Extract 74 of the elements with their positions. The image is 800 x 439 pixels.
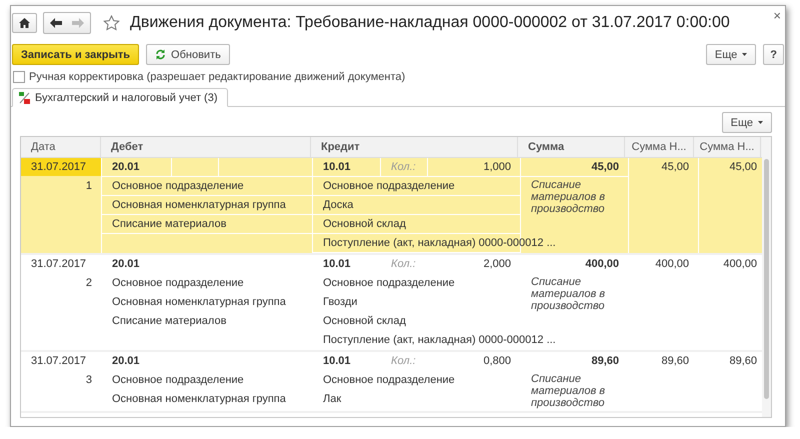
- debit-account-cell: 20.01: [102, 158, 172, 176]
- ledger-icon: [19, 92, 30, 104]
- quantity-cell-text: 1,000: [482, 160, 512, 175]
- column-header[interactable]: Сумма Н...: [694, 137, 761, 157]
- credit-analytics-cell-text: Основное подразделение: [322, 276, 456, 291]
- checkbox[interactable]: [13, 71, 25, 83]
- credit-analytics-cell-text: Основное подразделение: [322, 373, 456, 388]
- debit-analytics-cell-text: Основное подразделение: [111, 179, 245, 194]
- close-button[interactable]: ×: [773, 8, 781, 23]
- credit-analytics-cell-text: Основное подразделение: [322, 179, 456, 194]
- window-title: Движения документа: Требование-накладная 0000-000002 от 31.07.2017 0:00:00: [130, 14, 730, 32]
- row-number: 2: [84, 276, 93, 291]
- sum-cell-text: 400,00: [654, 257, 690, 272]
- debit-analytics-cell-text: Списание материалов: [111, 314, 228, 329]
- quantity-cell-text: 0,800: [482, 354, 512, 369]
- quantity-cell-text: 2,000: [482, 257, 512, 272]
- save-and-close-button[interactable]: Записать и закрыть: [12, 44, 140, 65]
- date-cell: 31.07.2017: [21, 158, 101, 176]
- sum-cell-text: 400,00: [584, 257, 620, 272]
- table-row[interactable]: [21, 158, 762, 255]
- sum-cell-text: 89,60: [660, 354, 690, 369]
- quantity-label: Кол.:: [390, 257, 417, 272]
- debit-analytics-cell-text: Основная номенклатурная группа: [111, 295, 287, 310]
- caret-icon: [742, 53, 748, 56]
- operation-note: Списание материалов в производство: [530, 372, 606, 411]
- sum-cell-text: 45,00: [590, 160, 620, 175]
- debit-account-cell-text: 20.01: [111, 257, 141, 272]
- caret-icon: [758, 121, 763, 124]
- refresh-icon: [155, 49, 166, 60]
- credit-analytics-cell-text: Основной склад: [322, 217, 407, 232]
- home-button[interactable]: [12, 13, 37, 33]
- debit-analytics-cell-text: Основное подразделение: [111, 276, 245, 291]
- credit-analytics-cell-text: Основной склад: [322, 314, 407, 329]
- credit-analytics-cell-text: Поступление (акт, накладная) 0000-000012 ...: [322, 333, 557, 348]
- row-number: 1: [84, 179, 93, 194]
- column-header[interactable]: Дебет: [101, 137, 311, 157]
- credit-analytics-cell-text: Доска: [322, 198, 354, 213]
- date-cell-text: 31.07.2017: [30, 354, 88, 369]
- more-button[interactable]: Еще: [722, 112, 772, 133]
- column-header[interactable]: Сумма: [518, 137, 625, 157]
- debit-analytics-cell-text: Основная номенклатурная группа: [111, 198, 287, 213]
- operation-note: Списание материалов в производство: [530, 178, 606, 217]
- debit-analytics-cell-text: Списание материалов: [111, 217, 228, 232]
- help-button[interactable]: ?: [763, 44, 784, 65]
- back-arrow-icon[interactable]: [50, 18, 62, 28]
- row-number: 3: [84, 373, 93, 388]
- date-cell-text: 31.07.2017: [30, 257, 88, 272]
- credit-analytics-cell-text: Лак: [322, 392, 342, 407]
- debit-analytics-cell-text: Основное подразделение: [111, 373, 245, 388]
- refresh-button[interactable]: Обновить: [146, 44, 230, 65]
- sum-cell-text: 400,00: [722, 257, 758, 272]
- credit-account-cell-text: 10.01: [322, 257, 352, 272]
- home-icon: [19, 18, 30, 28]
- quantity-label: Кол.:: [381, 158, 428, 176]
- column-header[interactable]: Кредит: [311, 137, 518, 157]
- checkbox-label: Ручная корректировка (разрешает редактирование движений документа): [29, 71, 406, 83]
- debit-account-cell-text: 20.01: [111, 354, 141, 369]
- sum-cell-text: 45,00: [660, 160, 690, 175]
- column-header[interactable]: Сумма Н...: [625, 137, 694, 157]
- more-button[interactable]: Еще: [706, 44, 756, 65]
- credit-analytics-cell-text: Поступление (акт, накладная) 0000-000012 ...: [322, 236, 557, 251]
- sum-cell-text: 89,60: [590, 354, 620, 369]
- sum-cell-text: 89,60: [728, 354, 758, 369]
- scrollbar[interactable]: [762, 137, 771, 417]
- quantity-label: Кол.:: [390, 354, 417, 369]
- star-icon[interactable]: [103, 15, 120, 31]
- credit-analytics-cell-text: Гвозди: [322, 295, 358, 310]
- operation-note: Списание материалов в производство: [530, 275, 606, 314]
- credit-account-cell: 10.01: [313, 158, 381, 176]
- credit-account-cell-text: 10.01: [322, 354, 352, 369]
- debit-analytics-cell-text: Основная номенклатурная группа: [111, 392, 287, 407]
- tab[interactable]: Бухгалтерский и налоговый учет (3): [12, 88, 228, 107]
- column-header[interactable]: Дата: [21, 137, 101, 157]
- sum-cell-text: 45,00: [728, 160, 758, 175]
